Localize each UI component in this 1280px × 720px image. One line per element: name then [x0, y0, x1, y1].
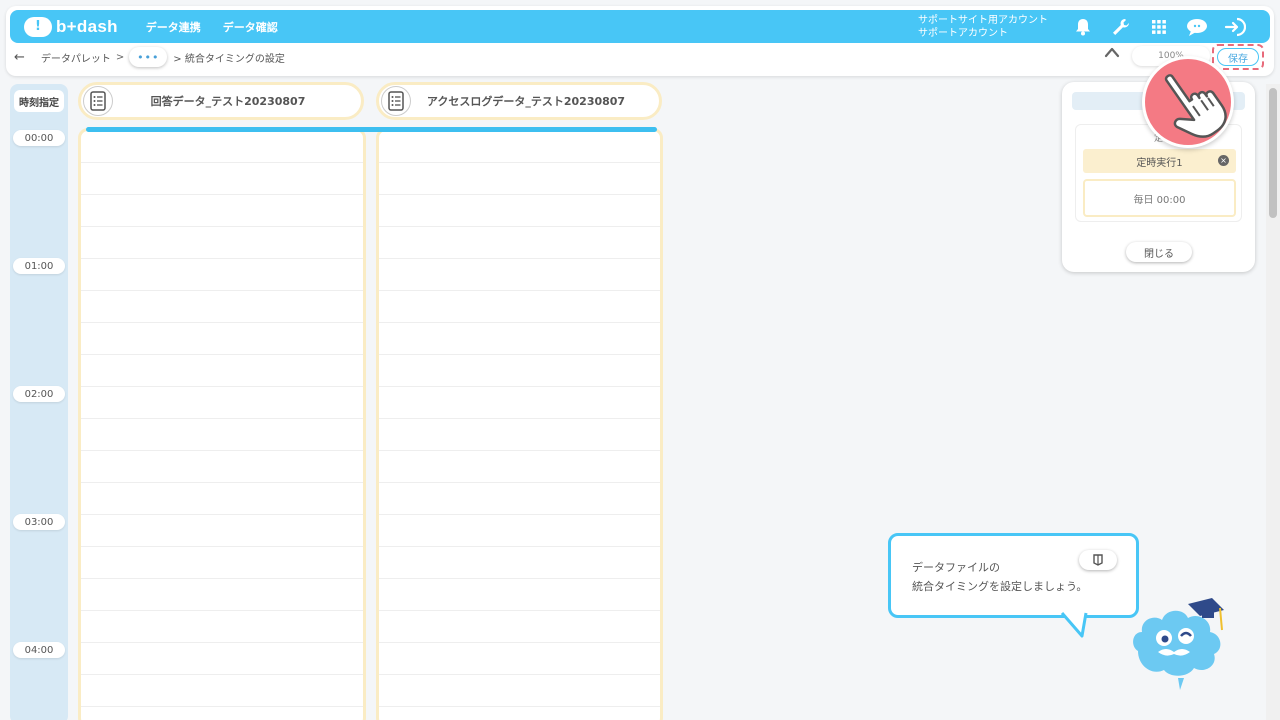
document-icon — [83, 86, 113, 116]
mascot-character-icon — [1133, 598, 1224, 690]
timer-item[interactable]: 定時実行1 × — [1083, 149, 1236, 173]
breadcrumb-separator: > — [115, 51, 125, 63]
logo-text: b+dash — [56, 16, 118, 36]
logo-cloud-icon: ! — [24, 16, 52, 37]
breadcrumb-current: > 統合タイミングの設定 — [173, 53, 285, 65]
file-name: 回答データ_テスト20230807 — [150, 95, 306, 108]
breadcrumb-more-button[interactable]: ••• — [129, 47, 168, 67]
scrollbar-thumb[interactable] — [1269, 88, 1277, 218]
tutorial-line-2: 統合タイミングを設定しましょう。 — [912, 580, 1088, 593]
guide-badge-icon — [1093, 554, 1103, 566]
timeline-column: 時刻指定 00:00 01:00 02:00 03:00 04:00 — [10, 84, 68, 720]
logo[interactable]: ! b+dash — [24, 16, 118, 37]
back-arrow-icon[interactable]: ← — [14, 50, 25, 65]
file-header-answer-data[interactable]: 回答データ_テスト20230807 — [78, 82, 364, 120]
time-label-0400: 04:00 — [13, 642, 65, 658]
grid-icon[interactable] — [1148, 16, 1170, 38]
breadcrumb-data-palette[interactable]: データパレット — [41, 50, 111, 65]
timer-schedule[interactable]: 毎日 00:00 — [1083, 179, 1236, 217]
time-label-0100: 01:00 — [13, 258, 65, 274]
account-name: サポートサイト用アカウント — [918, 14, 1048, 26]
nav-data-integration[interactable]: データ連携 — [146, 19, 201, 35]
header-icons — [1072, 16, 1246, 38]
document-icon — [381, 86, 411, 116]
time-label-0000: 00:00 — [13, 130, 65, 146]
tutorial-text: データファイルの 統合タイミングを設定しましょう。 — [912, 558, 1087, 596]
chat-icon[interactable] — [1186, 16, 1208, 38]
file-header-access-log[interactable]: アクセスログデータ_テスト20230807 — [376, 82, 662, 120]
timer-name: 定時実行1 — [1136, 157, 1183, 169]
tutorial-guide-button[interactable] — [1079, 550, 1117, 570]
account-info[interactable]: サポートサイト用アカウント サポートアカウント — [918, 14, 1048, 40]
tutorial-line-1: データファイルの — [912, 561, 1000, 574]
time-label-0200: 02:00 — [13, 386, 65, 402]
bubble-tail — [1060, 612, 1088, 638]
time-specify-header[interactable]: 時刻指定 — [14, 90, 64, 112]
bell-icon[interactable] — [1072, 16, 1094, 38]
account-user: サポートアカウント — [918, 27, 1008, 39]
file-name: アクセスログデータ_テスト20230807 — [426, 95, 626, 108]
tutorial-speech-bubble: データファイルの 統合タイミングを設定しましょう。 — [888, 533, 1139, 618]
close-button[interactable]: 閉じる — [1126, 242, 1192, 262]
chevron-up-icon[interactable] — [1104, 46, 1120, 61]
remove-timer-icon[interactable]: × — [1218, 155, 1229, 166]
wrench-icon[interactable] — [1110, 16, 1132, 38]
top-navbar: ! b+dash データ連携 データ確認 サポートサイト用アカウント サポートア… — [10, 10, 1270, 43]
time-label-0300: 03:00 — [13, 514, 65, 530]
integration-timing-line[interactable] — [86, 127, 657, 132]
logout-icon[interactable] — [1224, 16, 1246, 38]
vertical-scrollbar[interactable] — [1266, 84, 1280, 720]
main-nav: データ連携 データ確認 — [146, 19, 278, 35]
breadcrumb: ← データパレット > ••• > 統合タイミングの設定 100% 保存 — [14, 44, 1264, 70]
tutorial-pointer-hand-icon — [1142, 56, 1234, 148]
nav-data-check[interactable]: データ確認 — [223, 19, 278, 35]
timeline-grid-access-log[interactable] — [376, 128, 663, 720]
timeline-grid-answer-data[interactable] — [78, 128, 366, 720]
